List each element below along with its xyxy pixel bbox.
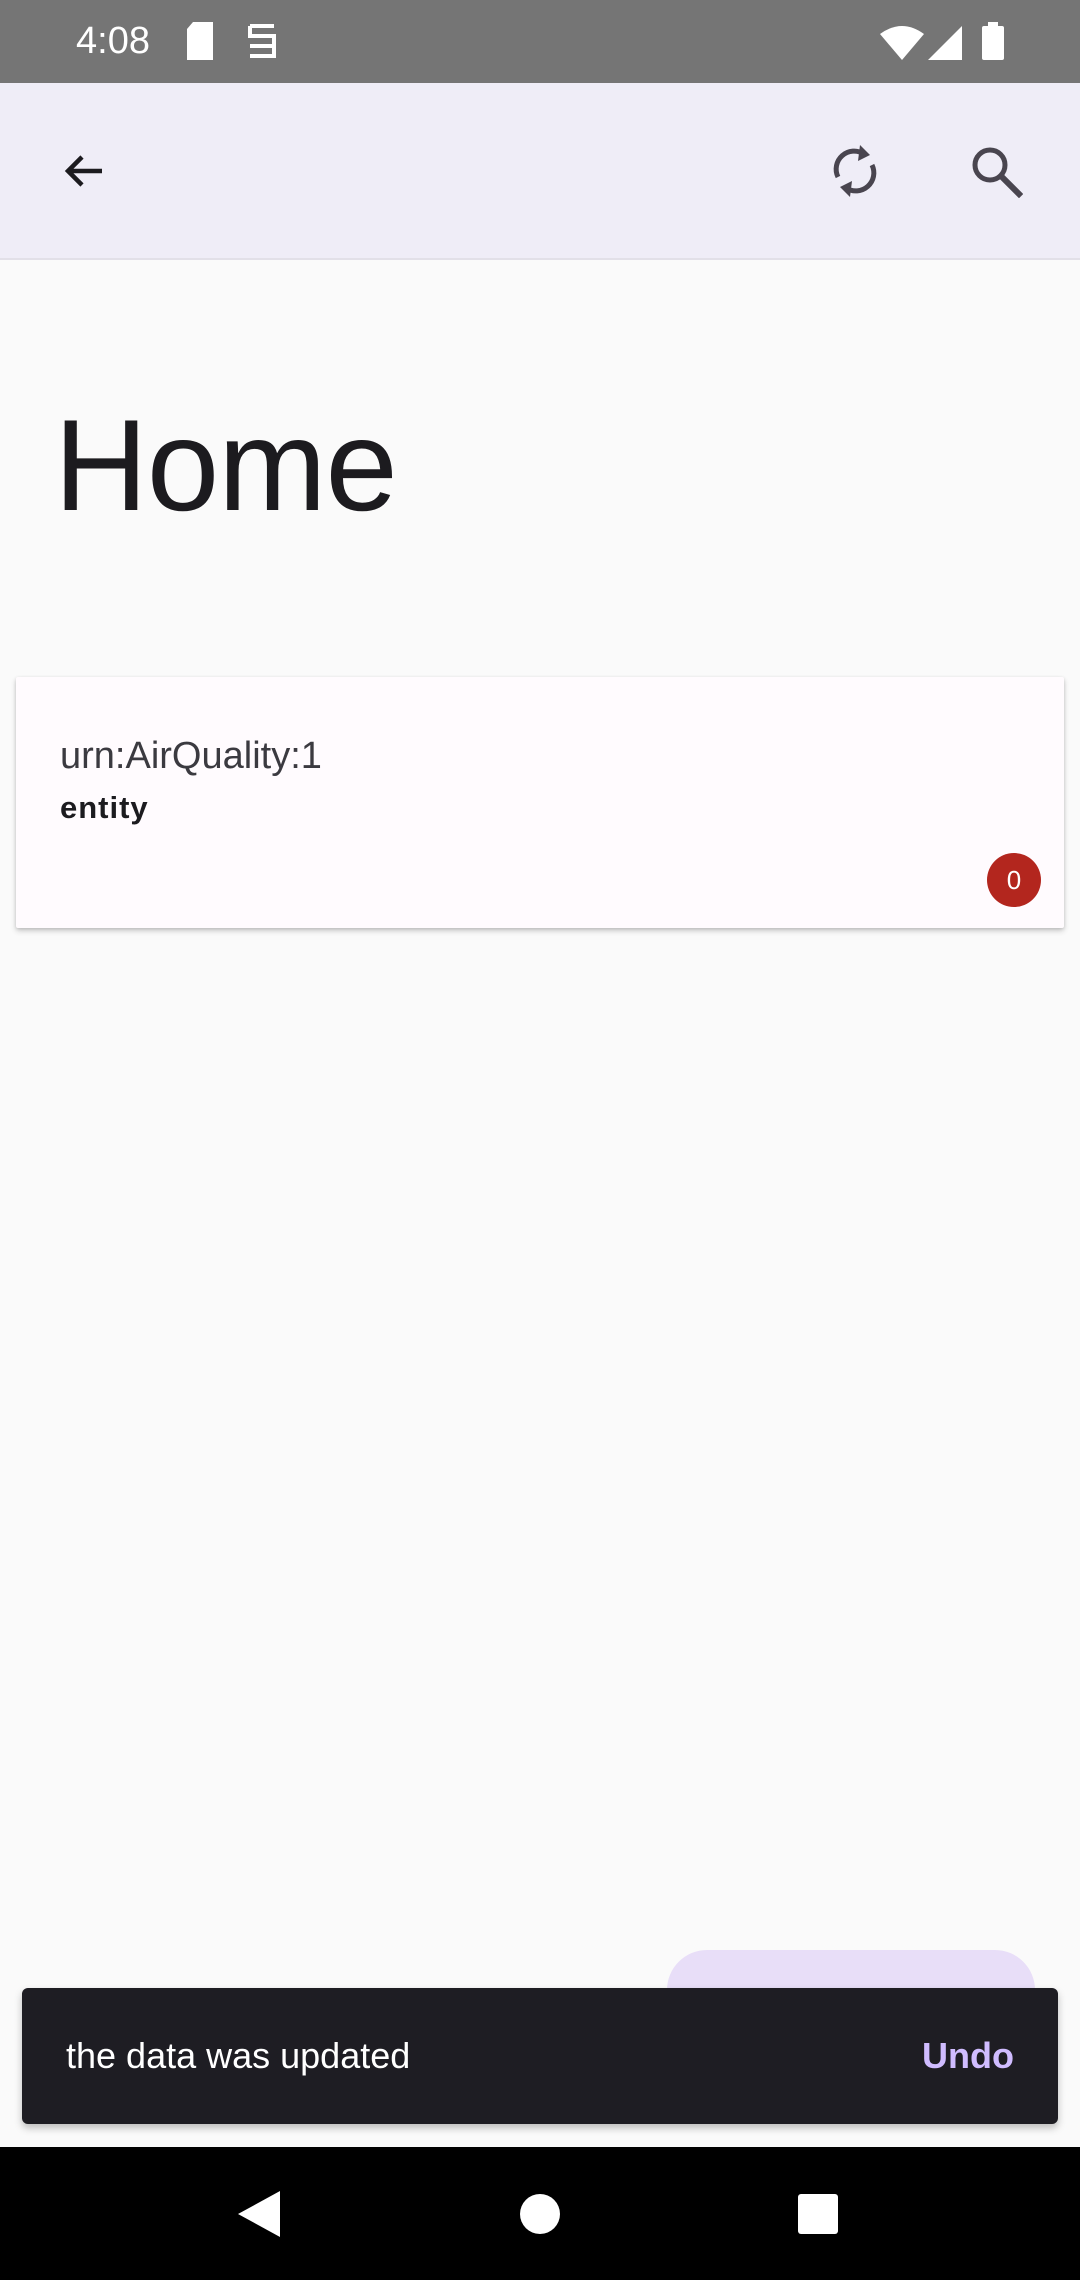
back-button[interactable] bbox=[36, 123, 132, 219]
status-bar: 4:08 bbox=[0, 0, 1080, 83]
top-app-bar bbox=[0, 83, 1080, 260]
nav-recents-icon bbox=[798, 2194, 838, 2234]
snackbar-message: the data was updated bbox=[66, 2035, 411, 2076]
screen-record-icon bbox=[245, 22, 279, 65]
status-time: 4:08 bbox=[76, 20, 150, 62]
nav-back-icon bbox=[238, 2191, 280, 2237]
page-title: Home bbox=[54, 392, 398, 538]
battery-icon bbox=[982, 22, 1004, 65]
search-icon bbox=[972, 147, 1023, 198]
entity-type-label: entity bbox=[60, 790, 149, 825]
sync-icon bbox=[833, 145, 877, 197]
signal-icon bbox=[928, 26, 962, 65]
search-button[interactable] bbox=[948, 123, 1044, 219]
nav-recents-button[interactable] bbox=[783, 2179, 853, 2249]
entity-card[interactable]: urn:AirQuality:1 entity 0 bbox=[16, 677, 1064, 928]
nav-home-button[interactable] bbox=[505, 2179, 575, 2249]
sync-button[interactable] bbox=[807, 123, 903, 219]
count-badge: 0 bbox=[987, 853, 1041, 907]
system-nav-bar bbox=[0, 2147, 1080, 2280]
sd-card-icon bbox=[185, 22, 215, 65]
entity-title: urn:AirQuality:1 bbox=[60, 735, 322, 777]
snackbar: the data was updated Undo bbox=[22, 1988, 1058, 2124]
arrow-back-icon bbox=[64, 155, 102, 187]
nav-home-icon bbox=[520, 2194, 560, 2234]
undo-button[interactable]: Undo bbox=[922, 2033, 1014, 2079]
wifi-icon bbox=[880, 26, 924, 65]
nav-back-button[interactable] bbox=[224, 2179, 294, 2249]
